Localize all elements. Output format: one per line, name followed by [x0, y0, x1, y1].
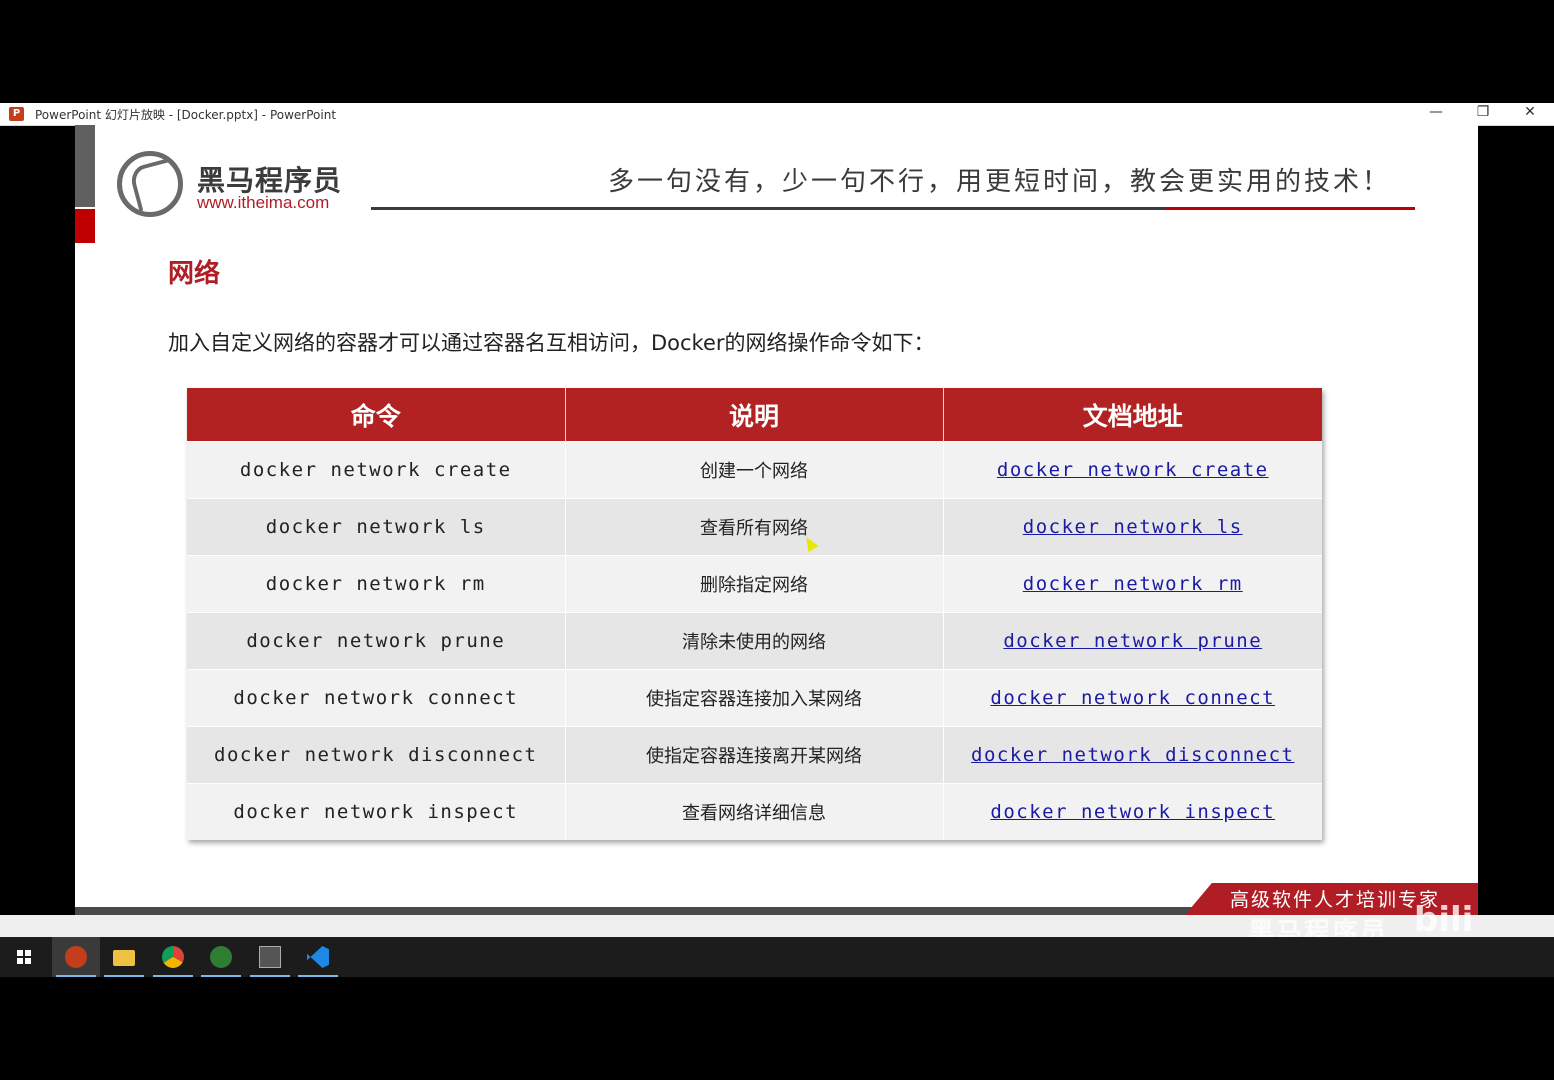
column-header-doc-link: 文档地址 — [943, 388, 1322, 442]
taskbar-terminal[interactable] — [246, 937, 294, 977]
taskbar-file-explorer[interactable] — [100, 937, 148, 977]
running-indicator — [298, 975, 338, 977]
slide[interactable]: 黑马程序员 www.itheima.com 多一句没有，少一句不行，用更短时间，… — [75, 125, 1478, 915]
link-cell: docker network prune — [943, 612, 1322, 670]
running-indicator — [104, 975, 144, 977]
running-indicator — [250, 975, 290, 977]
powerpoint-icon: P — [9, 107, 24, 121]
taskbar-hbuilder[interactable] — [197, 937, 245, 977]
section-title: 网络 — [168, 259, 221, 289]
command-cell: docker network connect — [187, 669, 566, 727]
logo-url: www.itheima.com — [197, 193, 330, 212]
command-cell: docker network inspect — [187, 783, 566, 840]
footer-banner-text: 高级软件人才培训专家 — [1230, 889, 1441, 911]
link-cell: docker network ls — [943, 498, 1322, 556]
link-cell: docker network create — [943, 441, 1322, 499]
column-header-description: 说明 — [565, 388, 944, 442]
link-cell: docker network connect — [943, 669, 1322, 727]
running-indicator — [153, 975, 193, 977]
windows-start-icon[interactable] — [17, 950, 31, 964]
slide-accent-bar-red — [75, 209, 95, 243]
link-cell: docker network inspect — [943, 783, 1322, 840]
restore-button[interactable]: ❐ — [1463, 104, 1503, 124]
description-cell: 查看所有网络 — [565, 498, 944, 556]
command-cell: docker network rm — [187, 555, 566, 613]
window-title: PowerPoint 幻灯片放映 - [Docker.pptx] - Power… — [35, 108, 337, 122]
doc-link[interactable]: docker network create — [997, 459, 1269, 481]
intro-text: 加入自定义网络的容器才可以通过容器名互相访问，Docker的网络操作命令如下： — [168, 331, 935, 355]
doc-link[interactable]: docker network rm — [1023, 573, 1243, 595]
taskbar-powerpoint[interactable] — [52, 937, 100, 977]
description-cell: 查看网络详细信息 — [565, 783, 944, 840]
command-cell: docker network disconnect — [187, 726, 566, 784]
doc-link[interactable]: docker network connect — [990, 687, 1275, 709]
hbuilder-icon — [210, 946, 232, 968]
description-cell: 删除指定网络 — [565, 555, 944, 613]
table-row: docker network rm 删除指定网络 docker network … — [187, 555, 1322, 613]
table-header-row: 命令 说明 文档地址 — [187, 388, 1322, 442]
description-cell: 创建一个网络 — [565, 441, 944, 499]
active-indicator — [56, 975, 96, 977]
table-row: docker network prune 清除未使用的网络 docker net… — [187, 612, 1322, 670]
command-cell: docker network ls — [187, 498, 566, 556]
doc-link[interactable]: docker network inspect — [990, 801, 1275, 823]
window-title-bar: P PowerPoint 幻灯片放映 - [Docker.pptx] - Pow… — [0, 103, 1554, 126]
chrome-icon — [162, 946, 184, 968]
link-cell: docker network rm — [943, 555, 1322, 613]
link-cell: docker network disconnect — [943, 726, 1322, 784]
description-cell: 清除未使用的网络 — [565, 612, 944, 670]
doc-link[interactable]: docker network ls — [1023, 516, 1243, 538]
table-row: docker network disconnect 使指定容器连接离开某网络 d… — [187, 726, 1322, 784]
command-cell: docker network prune — [187, 612, 566, 670]
minimize-button[interactable]: — — [1416, 104, 1456, 124]
bilibili-logo: bili — [1414, 900, 1474, 940]
command-table: 命令 说明 文档地址 docker network create 创建一个网络 … — [187, 388, 1322, 840]
column-header-command: 命令 — [187, 388, 566, 442]
powerpoint-icon — [65, 946, 87, 968]
header-divider-accent — [1165, 207, 1415, 210]
running-indicator — [201, 975, 241, 977]
slogan: 多一句没有，少一句不行，用更短时间，教会更实用的技术！ — [608, 167, 1392, 197]
close-button[interactable]: ✕ — [1510, 104, 1550, 124]
folder-icon — [113, 950, 135, 966]
table-row: docker network create 创建一个网络 docker netw… — [187, 441, 1322, 499]
table-row: docker network inspect 查看网络详细信息 docker n… — [187, 783, 1322, 840]
taskbar-vscode[interactable] — [294, 937, 342, 977]
doc-link[interactable]: docker network disconnect — [971, 744, 1294, 766]
description-cell: 使指定容器连接加入某网络 — [565, 669, 944, 727]
table-row: docker network connect 使指定容器连接加入某网络 dock… — [187, 669, 1322, 727]
terminal-icon — [259, 946, 281, 968]
doc-link[interactable]: docker network prune — [1003, 630, 1262, 652]
vscode-icon — [307, 946, 329, 968]
description-cell: 使指定容器连接离开某网络 — [565, 726, 944, 784]
slide-accent-bar — [75, 125, 95, 207]
command-cell: docker network create — [187, 441, 566, 499]
taskbar-chrome[interactable] — [149, 937, 197, 977]
table-row: docker network ls 查看所有网络 docker network … — [187, 498, 1322, 556]
